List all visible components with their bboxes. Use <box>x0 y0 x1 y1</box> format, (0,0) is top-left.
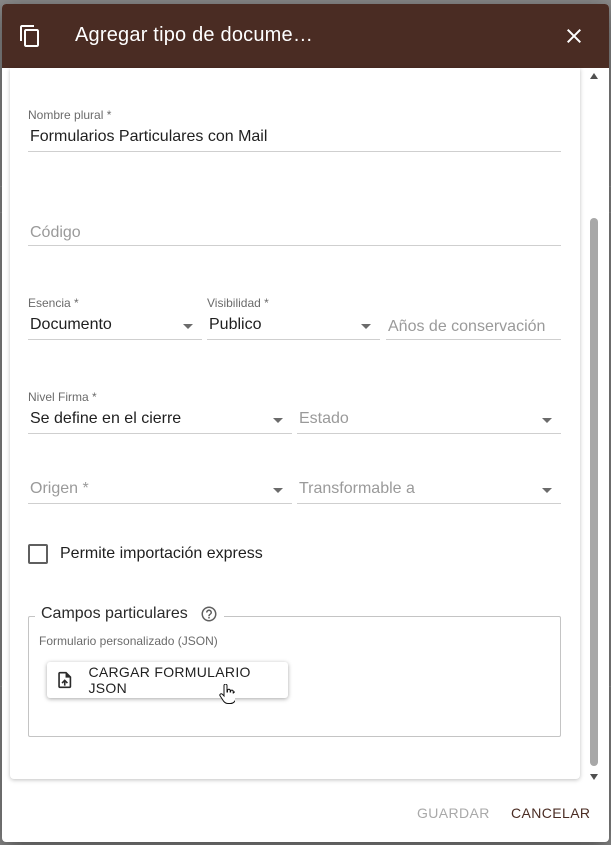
scroll-up-arrow-icon[interactable] <box>590 73 598 79</box>
permite-importacion-row[interactable]: Permite importación express <box>28 544 263 564</box>
field-underline <box>297 433 561 434</box>
add-document-type-dialog: Agregar tipo de docume… Nombre plural * … <box>2 4 609 842</box>
nombre-plural-field[interactable]: Nombre plural * Formularios Particulares… <box>28 108 561 152</box>
dialog-title: Agregar tipo de docume… <box>75 24 314 46</box>
campos-particulares-title: Campos particulares <box>41 605 188 622</box>
visibilidad-label: Visibilidad * <box>207 296 269 310</box>
permite-importacion-label[interactable]: Permite importación express <box>60 545 263 563</box>
scrollbar-thumb[interactable] <box>590 218 598 766</box>
chevron-down-icon[interactable] <box>273 418 283 423</box>
cancelar-button[interactable]: CANCELAR <box>511 805 590 821</box>
codigo-placeholder[interactable]: Código <box>30 224 81 242</box>
transformable-select[interactable]: Transformable a <box>297 478 561 504</box>
nivel-firma-label: Nivel Firma * <box>28 390 97 404</box>
origen-placeholder[interactable]: Origen * <box>30 480 89 498</box>
chevron-down-icon[interactable] <box>273 488 283 493</box>
esencia-value[interactable]: Documento <box>30 316 112 334</box>
field-underline <box>28 245 561 246</box>
field-underline <box>297 503 561 504</box>
codigo-field[interactable]: Código <box>28 222 561 246</box>
help-circle-icon[interactable] <box>200 605 218 623</box>
dialog-header: Agregar tipo de docume… <box>2 4 609 68</box>
formulario-personalizado-label: Formulario personalizado (JSON) <box>39 634 218 648</box>
scroll-down-arrow-icon[interactable] <box>590 774 598 780</box>
anios-placeholder[interactable]: Años de conservación <box>388 318 545 336</box>
chevron-down-icon[interactable] <box>361 324 371 329</box>
field-underline <box>28 503 292 504</box>
campos-particulares-legend: Campos particulares <box>35 605 224 623</box>
nivel-firma-select[interactable]: Nivel Firma * Se define en el cierre <box>28 390 292 434</box>
nivel-firma-value[interactable]: Se define en el cierre <box>30 410 181 428</box>
anios-conservacion-field[interactable]: Años de conservación <box>386 316 561 340</box>
nombre-plural-label: Nombre plural * <box>28 108 112 122</box>
visibilidad-value[interactable]: Publico <box>209 316 261 334</box>
esencia-label: Esencia * <box>28 296 79 310</box>
chevron-down-icon[interactable] <box>542 418 552 423</box>
file-upload-icon <box>58 671 72 689</box>
dialog-actions: GUARDAR CANCELAR <box>2 794 609 834</box>
field-underline <box>28 433 292 434</box>
chevron-down-icon[interactable] <box>542 488 552 493</box>
scrollbar[interactable] <box>587 68 601 787</box>
nombre-plural-value[interactable]: Formularios Particulares con Mail <box>30 128 267 146</box>
chevron-down-icon[interactable] <box>183 324 193 329</box>
cargar-formulario-json-label: CARGAR FORMULARIO JSON <box>88 664 251 696</box>
permite-importacion-checkbox[interactable] <box>28 544 48 564</box>
cargar-formulario-json-button[interactable]: CARGAR FORMULARIO JSON <box>47 662 288 698</box>
estado-placeholder[interactable]: Estado <box>299 410 349 428</box>
origen-select[interactable]: Origen * <box>28 478 292 504</box>
transformable-placeholder[interactable]: Transformable a <box>299 480 415 498</box>
field-underline <box>207 339 380 340</box>
close-icon[interactable] <box>562 24 586 48</box>
field-underline <box>28 339 202 340</box>
visibilidad-select[interactable]: Visibilidad * Publico <box>207 296 380 340</box>
esencia-select[interactable]: Esencia * Documento <box>28 296 202 340</box>
field-underline <box>28 151 561 152</box>
guardar-button[interactable]: GUARDAR <box>417 805 490 821</box>
estado-select[interactable]: Estado <box>297 408 561 434</box>
field-underline <box>386 339 561 340</box>
hand-cursor-icon <box>219 684 235 704</box>
copy-icon <box>20 25 39 47</box>
